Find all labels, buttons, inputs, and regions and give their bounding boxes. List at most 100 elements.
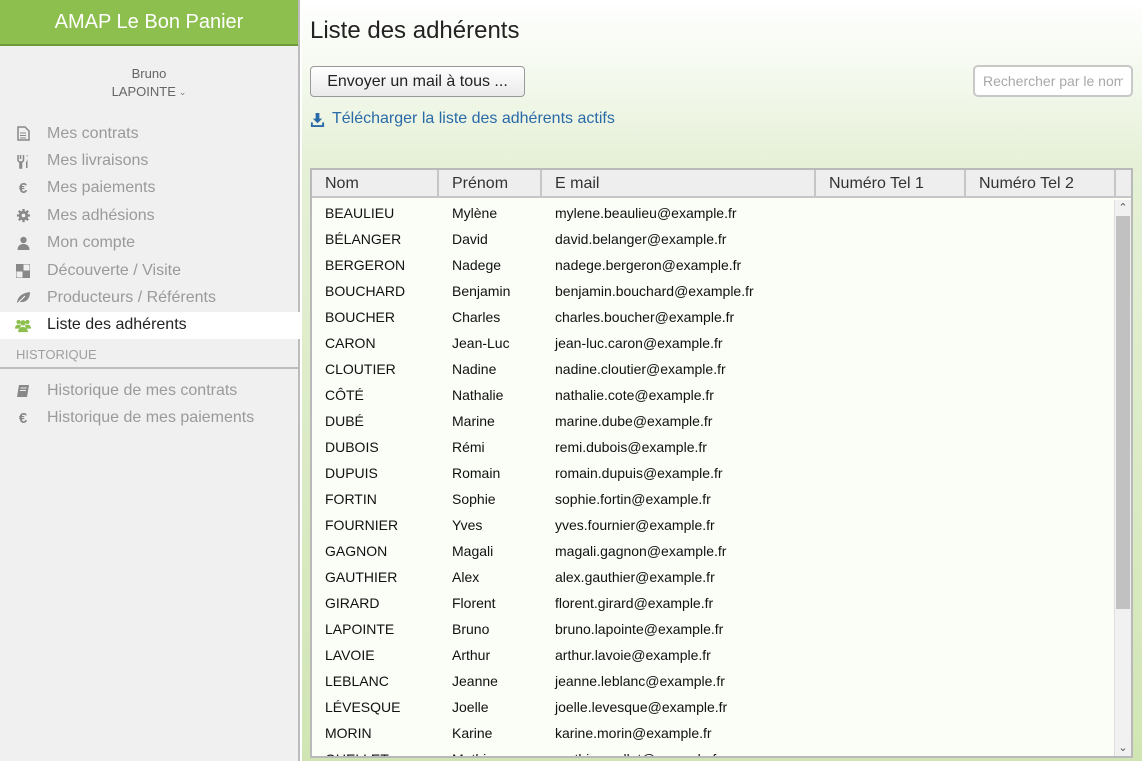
table-row[interactable]: DUBÉ Marine marine.dube@example.fr — [312, 408, 1116, 434]
cell-nom: BOUCHARD — [325, 283, 406, 299]
table-row[interactable]: CLOUTIER Nadine nadine.cloutier@example.fr — [312, 356, 1116, 382]
table-row[interactable]: LÉVESQUE Joelle joelle.levesque@example.fr — [312, 694, 1116, 720]
sidebar-item-mes-adhesions[interactable]: Mes adhésions — [0, 202, 298, 229]
table-row[interactable]: CÔTÉ Nathalie nathalie.cote@example.fr — [312, 382, 1116, 408]
cell-nom: LÉVESQUE — [325, 699, 401, 715]
history-item-historique-de-mes-contrats[interactable]: Historique de mes contrats — [0, 377, 298, 404]
table-row[interactable]: FORTIN Sophie sophie.fortin@example.fr — [312, 486, 1116, 512]
send-mail-all-button[interactable]: Envoyer un mail à tous ... — [310, 66, 525, 97]
sidebar-item-liste-des-adherents[interactable]: Liste des adhérents — [0, 311, 300, 340]
checker-icon — [15, 263, 31, 279]
cell-nom: FOURNIER — [325, 517, 399, 533]
cell-prenom: Joelle — [452, 699, 489, 715]
chevron-down-icon: ⌄ — [178, 87, 187, 97]
sidebar-item-label: Mes livraisons — [47, 152, 149, 170]
download-link-label: Télécharger la liste des adhérents actif… — [332, 110, 615, 127]
cell-email: benjamin.bouchard@example.fr — [555, 283, 754, 299]
table-row[interactable]: OUELLETMathismathis.ouellet@example.fr — [312, 746, 1116, 756]
book-icon — [15, 383, 31, 399]
sidebar-item-mon-compte[interactable]: Mon compte — [0, 230, 298, 257]
cell-nom: DUBOIS — [325, 439, 379, 455]
table-row[interactable]: FOURNIER Yves yves.fournier@example.fr — [312, 512, 1116, 538]
scroll-down-arrow-icon[interactable]: ⌄ — [1115, 740, 1131, 756]
history-item-label: Historique de mes contrats — [47, 381, 238, 399]
cell-nom: LAVOIE — [325, 647, 375, 663]
sidebar-item-label: Liste des adhérents — [47, 316, 187, 334]
table-row[interactable]: CARON Jean-Luc jean-luc.caron@example.fr — [312, 330, 1116, 356]
cell-nom: BÉLANGER — [325, 231, 402, 247]
sidebar: AMAP Le Bon Panier Bruno LAPOINTE ⌄ Mes c… — [0, 0, 300, 761]
cell-nom: GAGNON — [325, 543, 388, 559]
sidebar-item-mes-contrats[interactable]: Mes contrats — [0, 120, 298, 147]
table-row[interactable]: GAUTHIER Alex alex.gauthier@example.fr — [312, 564, 1116, 590]
cell-prenom: Arthur — [452, 647, 491, 663]
cell-prenom: Karine — [452, 725, 493, 741]
cutlery-icon — [15, 153, 31, 169]
table-row[interactable]: BERGERON Nadege nadege.bergeron@example.fr — [312, 252, 1116, 278]
table-row[interactable]: DUBOIS Rémi remi.dubois@example.fr — [312, 434, 1116, 460]
scroll-up-arrow-icon[interactable]: ⌃ — [1115, 200, 1131, 216]
column-header-tel1[interactable]: Numéro Tel 1 — [816, 170, 966, 196]
cell-nom: GAUTHIER — [325, 569, 398, 585]
search-input[interactable] — [973, 65, 1133, 97]
cell-prenom: Alex — [452, 569, 480, 585]
cell-prenom: Sophie — [452, 491, 496, 507]
column-header-email[interactable]: E mail — [542, 170, 816, 196]
cell-prenom: Charles — [452, 309, 501, 325]
column-header-prenom[interactable]: Prénom — [439, 170, 542, 196]
cell-nom: BERGERON — [325, 257, 406, 273]
table-row[interactable]: LAVOIE Arthur arthur.lavoie@example.fr — [312, 642, 1116, 668]
user-first-name: Bruno — [131, 66, 167, 81]
table-row[interactable]: DUPUIS Romain romain.dupuis@example.fr — [312, 460, 1116, 486]
download-icon — [310, 112, 325, 127]
cell-prenom: Nathalie — [452, 387, 504, 403]
cell-email: yves.fournier@example.fr — [555, 517, 715, 533]
history-item-historique-de-mes-paiements[interactable]: € Historique de mes paiements — [0, 405, 298, 432]
cell-email: romain.dupuis@example.fr — [555, 465, 723, 481]
scrollbar-thumb[interactable] — [1116, 216, 1130, 609]
table-row[interactable]: LEBLANC Jeanne jeanne.leblanc@example.fr — [312, 668, 1116, 694]
cell-email: nadege.bergeron@example.fr — [555, 257, 742, 273]
sidebar-item-decouverte-visite[interactable]: Découverte / Visite — [0, 257, 298, 284]
table-row[interactable]: GIRARD Florent florent.girard@example.fr — [312, 590, 1116, 616]
main-menu: Mes contrats Mes livraisons € Mes paiements… — [0, 120, 300, 340]
user-menu-toggle[interactable]: LAPOINTE ⌄ — [0, 82, 298, 103]
table-row[interactable]: MORIN Karine karine.morin@example.fr — [312, 720, 1116, 746]
cell-nom: OUELLET — [312, 751, 439, 756]
cell-email: bruno.lapointe@example.fr — [555, 621, 724, 637]
cell-email: mylene.beaulieu@example.fr — [555, 205, 737, 221]
app-title[interactable]: AMAP Le Bon Panier — [0, 0, 298, 46]
table-scrollbar[interactable]: ⌃ ⌄ — [1114, 200, 1131, 756]
cell-nom: GIRARD — [325, 595, 380, 611]
cell-prenom: Marine — [452, 413, 495, 429]
cell-prenom: Jeanne — [452, 673, 498, 689]
cell-prenom: David — [452, 231, 488, 247]
sidebar-item-mes-livraisons[interactable]: Mes livraisons — [0, 147, 298, 174]
cell-email: jean-luc.caron@example.fr — [555, 335, 723, 351]
cell-email: remi.dubois@example.fr — [555, 439, 707, 455]
cell-nom: CÔTÉ — [325, 387, 364, 403]
history-section-label: HISTORIQUE — [0, 343, 298, 370]
cell-prenom: Rémi — [452, 439, 485, 455]
cell-email: nadine.cloutier@example.fr — [555, 361, 726, 377]
table-row[interactable]: GAGNON Magali magali.gagnon@example.fr — [312, 538, 1116, 564]
sidebar-item-producteurs-referents[interactable]: Producteurs / Référents — [0, 284, 298, 311]
leaf-icon — [15, 290, 31, 306]
cell-email: marine.dube@example.fr — [555, 413, 713, 429]
cell-prenom: Romain — [452, 465, 501, 481]
cell-nom: CARON — [325, 335, 376, 351]
cell-nom: BOUCHER — [325, 309, 396, 325]
column-header-nom[interactable]: Nom — [312, 170, 439, 196]
table-row[interactable]: BOUCHARD Benjamin benjamin.bouchard@exampl… — [312, 278, 1116, 304]
table-row[interactable]: BOUCHER Charles charles.boucher@example.fr — [312, 304, 1116, 330]
column-header-tel2[interactable]: Numéro Tel 2 — [966, 170, 1116, 196]
sidebar-item-mes-paiements[interactable]: € Mes paiements — [0, 175, 298, 202]
table-row[interactable]: LAPOINTE Bruno bruno.lapointe@example.fr — [312, 616, 1116, 642]
sidebar-item-label: Mon compte — [47, 234, 136, 252]
history-item-label: Historique de mes paiements — [47, 409, 255, 427]
cell-nom: DUBÉ — [325, 413, 364, 429]
download-link[interactable]: Télécharger la liste des adhérents actif… — [310, 110, 615, 128]
cell-email: sophie.fortin@example.fr — [555, 491, 711, 507]
table-row[interactable]: BÉLANGER David david.belanger@example.fr — [312, 226, 1116, 252]
table-row[interactable]: BEAULIEU Mylène mylene.beaulieu@example.fr — [312, 200, 1116, 226]
